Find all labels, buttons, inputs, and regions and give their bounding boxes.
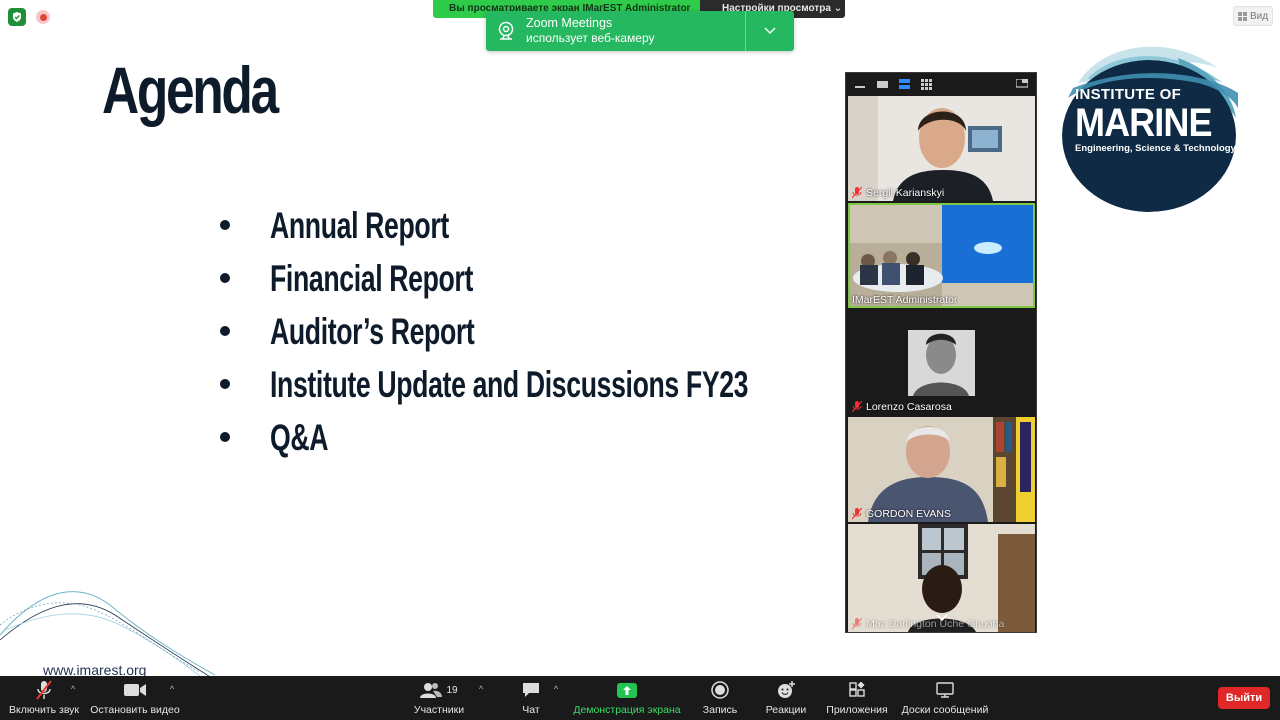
toast-text: Zoom Meetings использует веб-камеру [526,16,745,46]
muted-mic-icon [852,618,862,630]
bullet-icon [220,220,230,230]
speaker-view-icon[interactable] [876,79,888,89]
toast-app-name: Zoom Meetings [526,16,613,30]
video-camera-icon [124,679,146,701]
participant-video [848,203,1035,308]
muted-mic-icon [852,401,862,413]
participant-name-label: GORDON EVANS [852,508,951,520]
muted-mic-icon [852,187,862,199]
gallery-toolbar [846,73,1036,95]
participant-video [848,417,1035,522]
gallery-grid-icon[interactable] [920,78,932,90]
chat-bubble-icon [522,679,540,701]
participant-tile[interactable]: Lorenzo Casarosa [848,310,1035,415]
participant-video [848,96,1035,201]
record-icon [711,679,729,701]
apps-icon [849,679,865,701]
scroll-down-chevron-icon[interactable] [936,614,948,622]
grid-view-icon [1237,11,1247,21]
participant-name-label: Mac Darlington Uche Onuoha [852,618,1004,630]
encryption-shield-icon[interactable] [8,8,26,26]
muted-mic-icon [852,508,862,520]
muted-mic-icon [36,679,52,701]
participants-icon: 19 [420,679,458,701]
minimize-icon[interactable] [854,79,866,89]
toast-message: использует веб-камеру [526,31,655,45]
apps-button[interactable]: Приложения [824,676,890,720]
participant-tile[interactable]: Mac Darlington Uche Onuoha [848,524,1035,632]
webcam-icon [486,21,526,41]
participant-tile[interactable]: GORDON EVANS [848,417,1035,522]
participant-name-label: Lorenzo Casarosa [852,401,952,413]
participant-avatar-photo [908,330,975,396]
recording-indicator-icon[interactable] [36,10,50,24]
share-screen-icon [617,679,637,701]
view-button-label: Вид [1249,10,1269,22]
participants-button[interactable]: 19 Участники [412,676,466,720]
chevron-down-icon: ⌄ [833,3,843,14]
video-options-caret-icon[interactable]: ^ [170,684,174,694]
leave-meeting-button[interactable]: Выйти [1218,687,1270,709]
smiley-icon [777,679,795,701]
whiteboards-button[interactable]: Доски сообщений [898,676,992,720]
chat-button[interactable]: Чат [515,676,547,720]
logo-text: INSTITUTE OF MARINE Engineering, Science… [1075,86,1236,154]
bullet-icon [220,326,230,336]
stop-video-button[interactable]: Остановить видео [90,676,180,720]
participant-tile-active[interactable]: IMarEST Administrator [848,203,1035,308]
participants-options-caret-icon[interactable]: ^ [479,684,483,694]
participant-name-label: Sergii Karianskyi [852,187,944,199]
bullet-icon [220,273,230,283]
participants-count: 19 [446,684,458,696]
participant-name-label: IMarEST Administrator [852,294,958,306]
unmute-button[interactable]: Включить звук [8,676,80,720]
view-button[interactable]: Вид [1233,6,1273,26]
webcam-notification-toast[interactable]: Zoom Meetings использует веб-камеру [486,11,794,51]
participant-tile[interactable]: Sergii Karianskyi [848,96,1035,201]
strip-view-icon[interactable] [898,79,910,89]
chat-options-caret-icon[interactable]: ^ [554,684,558,694]
slide-title: Agenda [102,53,279,127]
logo-line2: MARINE [1075,101,1213,145]
audio-options-caret-icon[interactable]: ^ [71,684,75,694]
whiteboard-icon [936,679,954,701]
bullet-icon [220,432,230,442]
reactions-button[interactable]: Реакции [764,676,808,720]
share-screen-button[interactable]: Демонстрация экрана [572,676,682,720]
bullet-icon [220,379,230,389]
meeting-status-icons [8,8,50,26]
video-gallery-panel: Sergii Karianskyi IMarEST Administrator [845,72,1037,633]
toast-expand-chevron-icon[interactable] [746,27,794,35]
exit-fullscreen-icon[interactable] [1016,79,1028,89]
record-button[interactable]: Запись [700,676,740,720]
